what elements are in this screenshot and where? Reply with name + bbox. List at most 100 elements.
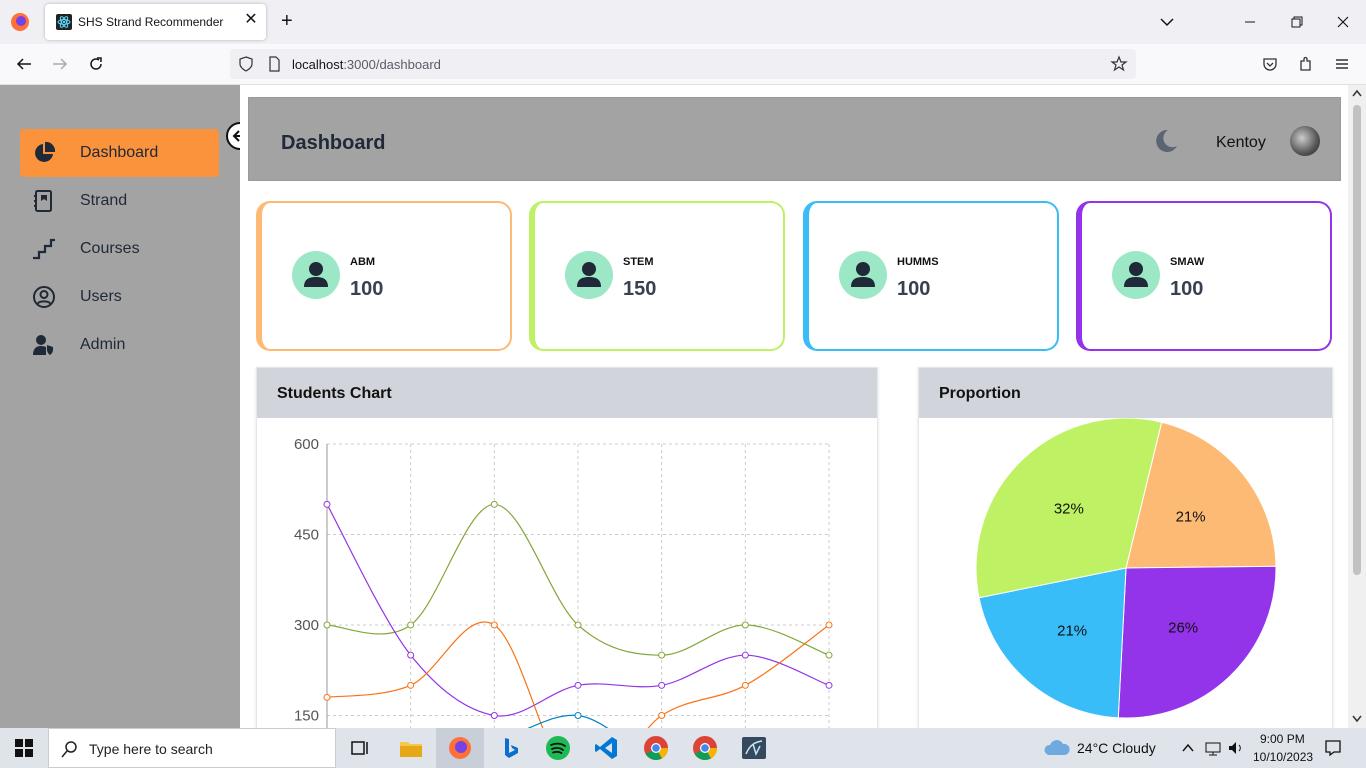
data-point[interactable] [741, 621, 749, 629]
panel-title: Proportion [939, 385, 1021, 402]
clock-date[interactable]: 10/10/2023 [1253, 750, 1313, 764]
network-icon[interactable] [1204, 740, 1222, 756]
data-point[interactable] [741, 651, 749, 659]
firefox-taskbar-icon [449, 737, 471, 759]
slice-label: 21% [1176, 509, 1206, 526]
data-point[interactable] [574, 621, 582, 629]
panel-title: Students Chart [277, 385, 392, 402]
card-value: 100 [897, 278, 931, 300]
page-scrollbar[interactable] [1348, 85, 1366, 728]
data-point[interactable] [658, 712, 666, 719]
spotify-icon[interactable] [544, 734, 572, 762]
mysql-workbench-icon[interactable] [740, 734, 768, 762]
cloudy-weather-icon[interactable] [1043, 739, 1071, 757]
data-point[interactable] [741, 681, 749, 689]
extensions-icon[interactable] [1297, 55, 1315, 73]
taskbar-search-box[interactable]: Type here to search [48, 728, 336, 768]
page-title: Dashboard [281, 132, 386, 154]
shield-icon[interactable] [238, 56, 254, 72]
data-point[interactable] [658, 681, 666, 689]
chevron-up-icon[interactable] [1181, 742, 1195, 754]
scroll-up-icon[interactable] [1352, 89, 1362, 97]
data-point[interactable] [407, 651, 415, 659]
sidebar-item-dashboard[interactable]: Dashboard [20, 129, 219, 177]
restore-window-icon[interactable] [1287, 12, 1307, 32]
card-value: 100 [1170, 278, 1204, 300]
data-point[interactable] [658, 651, 666, 659]
user-shield-icon [33, 335, 53, 355]
vscode-icon[interactable] [592, 734, 620, 762]
weather-text[interactable]: 24°C Cloudy [1077, 740, 1156, 756]
url-bar[interactable]: localhost:3000/dashboard [230, 49, 1136, 79]
strand-card-stem: STEM 150 [529, 201, 785, 351]
data-point[interactable] [407, 621, 415, 629]
user-icon [1112, 251, 1160, 299]
chevron-down-icon[interactable] [1159, 14, 1175, 30]
chrome-icon[interactable] [642, 734, 670, 762]
reload-icon[interactable] [87, 55, 105, 73]
data-point[interactable] [490, 712, 498, 719]
user-icon [565, 251, 613, 299]
back-arrow-icon[interactable] [15, 55, 33, 73]
new-tab-button[interactable]: + [281, 10, 293, 32]
pocket-icon[interactable] [1261, 55, 1279, 73]
data-point[interactable] [825, 651, 833, 659]
tab-title: SHS Strand Recommender [78, 15, 224, 29]
sidebar-item-courses[interactable]: Courses [20, 225, 219, 273]
card-value: 100 [350, 278, 384, 300]
data-point[interactable] [574, 681, 582, 689]
bookmark-star-icon[interactable] [1110, 55, 1128, 73]
page-icon[interactable] [266, 56, 282, 72]
sidebar-item-users[interactable]: Users [20, 273, 219, 321]
file-explorer-icon[interactable] [397, 734, 425, 762]
avatar[interactable] [1290, 126, 1320, 156]
pie-slice[interactable] [1117, 565, 1277, 719]
username: Kentoy [1216, 134, 1266, 151]
y-tick-label: 600 [294, 436, 319, 453]
close-tab-icon[interactable]: ✕ [244, 12, 258, 28]
data-point[interactable] [407, 681, 415, 689]
slice-label: 26% [1168, 619, 1198, 636]
clock-time[interactable]: 9:00 PM [1260, 732, 1305, 746]
sidebar: Dashboard Strand Courses Users Admin [0, 85, 240, 728]
notification-icon[interactable] [1324, 739, 1342, 757]
browser-tab[interactable]: SHS Strand Recommender ✕ [45, 4, 266, 40]
volume-icon[interactable] [1227, 740, 1245, 756]
task-view-icon[interactable] [346, 734, 374, 762]
sidebar-item-label: Courses [80, 240, 140, 257]
search-placeholder: Type here to search [89, 741, 213, 757]
forward-arrow-icon[interactable] [51, 55, 69, 73]
data-point[interactable] [490, 500, 498, 508]
dark-mode-toggle-icon[interactable] [1153, 128, 1179, 154]
data-point[interactable] [490, 621, 498, 629]
strand-card-humms: HUMMS 100 [803, 201, 1059, 351]
chrome-profile-icon[interactable] [691, 734, 719, 762]
data-point[interactable] [323, 621, 331, 629]
firefox-icon[interactable] [10, 12, 30, 32]
browser-tab-bar: SHS Strand Recommender ✕ + [0, 0, 1366, 44]
url-text: localhost:3000/dashboard [292, 57, 441, 72]
user-icon [292, 251, 340, 299]
y-tick-label: 150 [294, 708, 319, 725]
user-icon [839, 251, 887, 299]
minimize-window-icon[interactable] [1240, 12, 1260, 32]
browser-nav-bar: localhost:3000/dashboard [0, 44, 1366, 85]
data-point[interactable] [323, 500, 331, 508]
menu-icon[interactable] [1333, 55, 1351, 73]
taskbar-active-app[interactable] [436, 728, 484, 768]
data-point[interactable] [574, 712, 582, 719]
scroll-down-icon[interactable] [1352, 715, 1362, 723]
panel-header: Students Chart [257, 368, 877, 418]
sidebar-item-admin[interactable]: Admin [20, 321, 219, 369]
data-point[interactable] [825, 681, 833, 689]
data-point[interactable] [323, 693, 331, 701]
strand-card-abm: ABM 100 [256, 201, 512, 351]
main-content: Dashboard Kentoy ABM 100 STEM 150 HUMMS … [240, 85, 1348, 728]
data-point[interactable] [825, 621, 833, 629]
sidebar-item-strand[interactable]: Strand [20, 177, 219, 225]
windows-start-icon[interactable] [15, 739, 33, 757]
bing-icon[interactable] [496, 734, 524, 762]
close-window-icon[interactable] [1333, 12, 1353, 32]
scrollbar-thumb[interactable] [1353, 105, 1361, 575]
panel-header: Proportion [919, 368, 1332, 418]
